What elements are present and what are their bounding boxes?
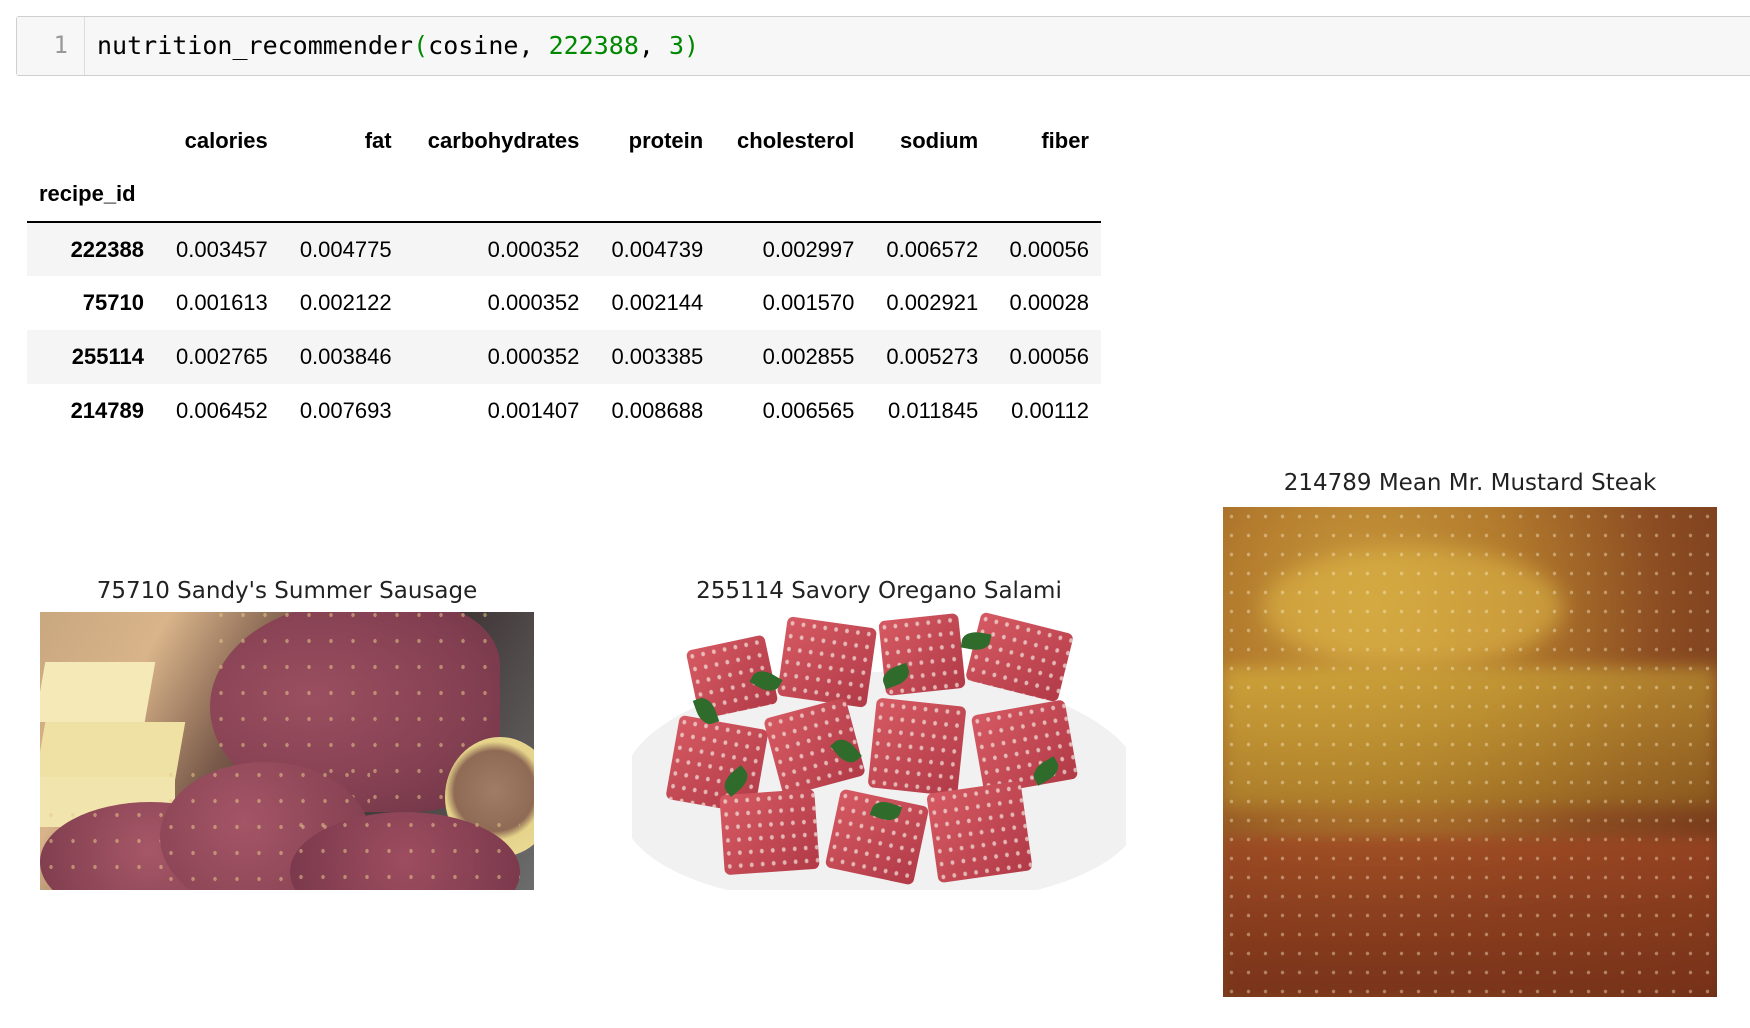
salami-cube (970, 699, 1079, 795)
table-cell: 0.00056 (1009, 236, 1089, 262)
table-cell: 0.011845 (888, 398, 979, 423)
table-cell: 0.002144 (611, 290, 704, 315)
cheese-slice (40, 662, 156, 722)
row-index: 255114 (71, 344, 144, 369)
code-arg-count: 3 (668, 31, 685, 60)
table-cell: 0.006565 (762, 398, 855, 423)
table-row: 75710 0.001613 0.002122 0.000352 0.00214… (27, 276, 1101, 330)
column-header: sodium (899, 128, 979, 153)
table-cell: 0.00056 (1009, 344, 1089, 369)
table-row: 255114 0.002765 0.003846 0.000352 0.0033… (27, 330, 1101, 384)
steak-texture (1223, 507, 1717, 997)
line-number: 1 (53, 31, 68, 59)
table-cell: 0.002122 (299, 290, 392, 315)
corner-cell (27, 115, 156, 167)
row-index: 214789 (70, 398, 144, 423)
column-header: protein (628, 128, 704, 153)
table-cell: 0.001613 (176, 290, 268, 315)
table-cell: 0.006452 (176, 398, 268, 423)
figure-title-salami: 255114 Savory Oregano Salami (696, 578, 1062, 604)
table-cell: 0.002765 (176, 344, 268, 369)
table-cell: 0.007693 (299, 398, 392, 423)
table-cell: 0.00028 (1009, 290, 1089, 315)
line-gutter: 1 (17, 17, 85, 75)
column-header: fiber (1041, 128, 1089, 153)
code-separator: , (638, 31, 669, 60)
salami-image (632, 612, 1126, 890)
table-cell: 0.002855 (762, 344, 855, 369)
figure-title-sausage: 75710 Sandy's Summer Sausage (96, 578, 478, 604)
table-cell: 0.003846 (299, 344, 392, 369)
code-function: nutrition_recommender (97, 31, 414, 60)
index-name: recipe_id (27, 167, 156, 223)
table-cell: 0.001407 (487, 398, 580, 423)
nutrition-table: calories fat carbohydrates protein chole… (27, 115, 1101, 438)
code-cell[interactable]: 1 nutrition_recommender(cosine, 222388, … (16, 16, 1750, 76)
table-cell: 0.004739 (611, 236, 704, 262)
column-header: cholesterol (737, 128, 855, 153)
sausage-slice (290, 812, 520, 890)
row-index: 222388 (70, 236, 144, 262)
table-row: 214789 0.006452 0.007693 0.001407 0.0086… (27, 384, 1101, 438)
figure-title-steak: 214789 Mean Mr. Mustard Steak (1283, 470, 1657, 496)
table-cell: 0.002997 (762, 236, 855, 262)
table-row: 222388 0.003457 0.004775 0.000352 0.0047… (27, 222, 1101, 276)
row-index: 75710 (82, 290, 144, 315)
table-cell: 0.002921 (886, 290, 979, 315)
table-cell: 0.003385 (611, 344, 704, 369)
table-cell: 0.006572 (886, 236, 979, 262)
code-paren-open: ( (413, 31, 429, 60)
steak-image (1223, 507, 1717, 997)
table-cell: 0.000352 (487, 290, 580, 315)
salami-cube (776, 616, 878, 708)
code-arg-recipe-id: 222388 (548, 31, 639, 60)
table-cell: 0.005273 (886, 344, 979, 369)
column-header: carbohydrates (427, 128, 580, 153)
code-paren-close: ) (684, 31, 700, 60)
salami-cube (867, 697, 967, 797)
table-cell: 0.00112 (1011, 398, 1089, 423)
column-header: calories (184, 128, 268, 153)
table-cell: 0.008688 (611, 398, 704, 423)
salami-cube (926, 780, 1033, 884)
sausage-image (40, 612, 534, 890)
table-cell: 0.001570 (762, 290, 855, 315)
code-editor[interactable]: nutrition_recommender(cosine, 222388, 3) (97, 31, 699, 60)
table-cell: 0.000352 (487, 344, 580, 369)
column-header-row: calories fat carbohydrates protein chole… (27, 115, 1101, 167)
table-cell: 0.000352 (487, 236, 580, 262)
salami-cube (719, 788, 820, 876)
code-arg-cosine: cosine, (428, 31, 549, 60)
dataframe-output: calories fat carbohydrates protein chole… (27, 115, 1101, 438)
column-header: fat (364, 128, 392, 153)
table-cell: 0.004775 (299, 236, 392, 262)
index-name-row: recipe_id (27, 167, 1101, 223)
table-cell: 0.003457 (176, 236, 268, 262)
